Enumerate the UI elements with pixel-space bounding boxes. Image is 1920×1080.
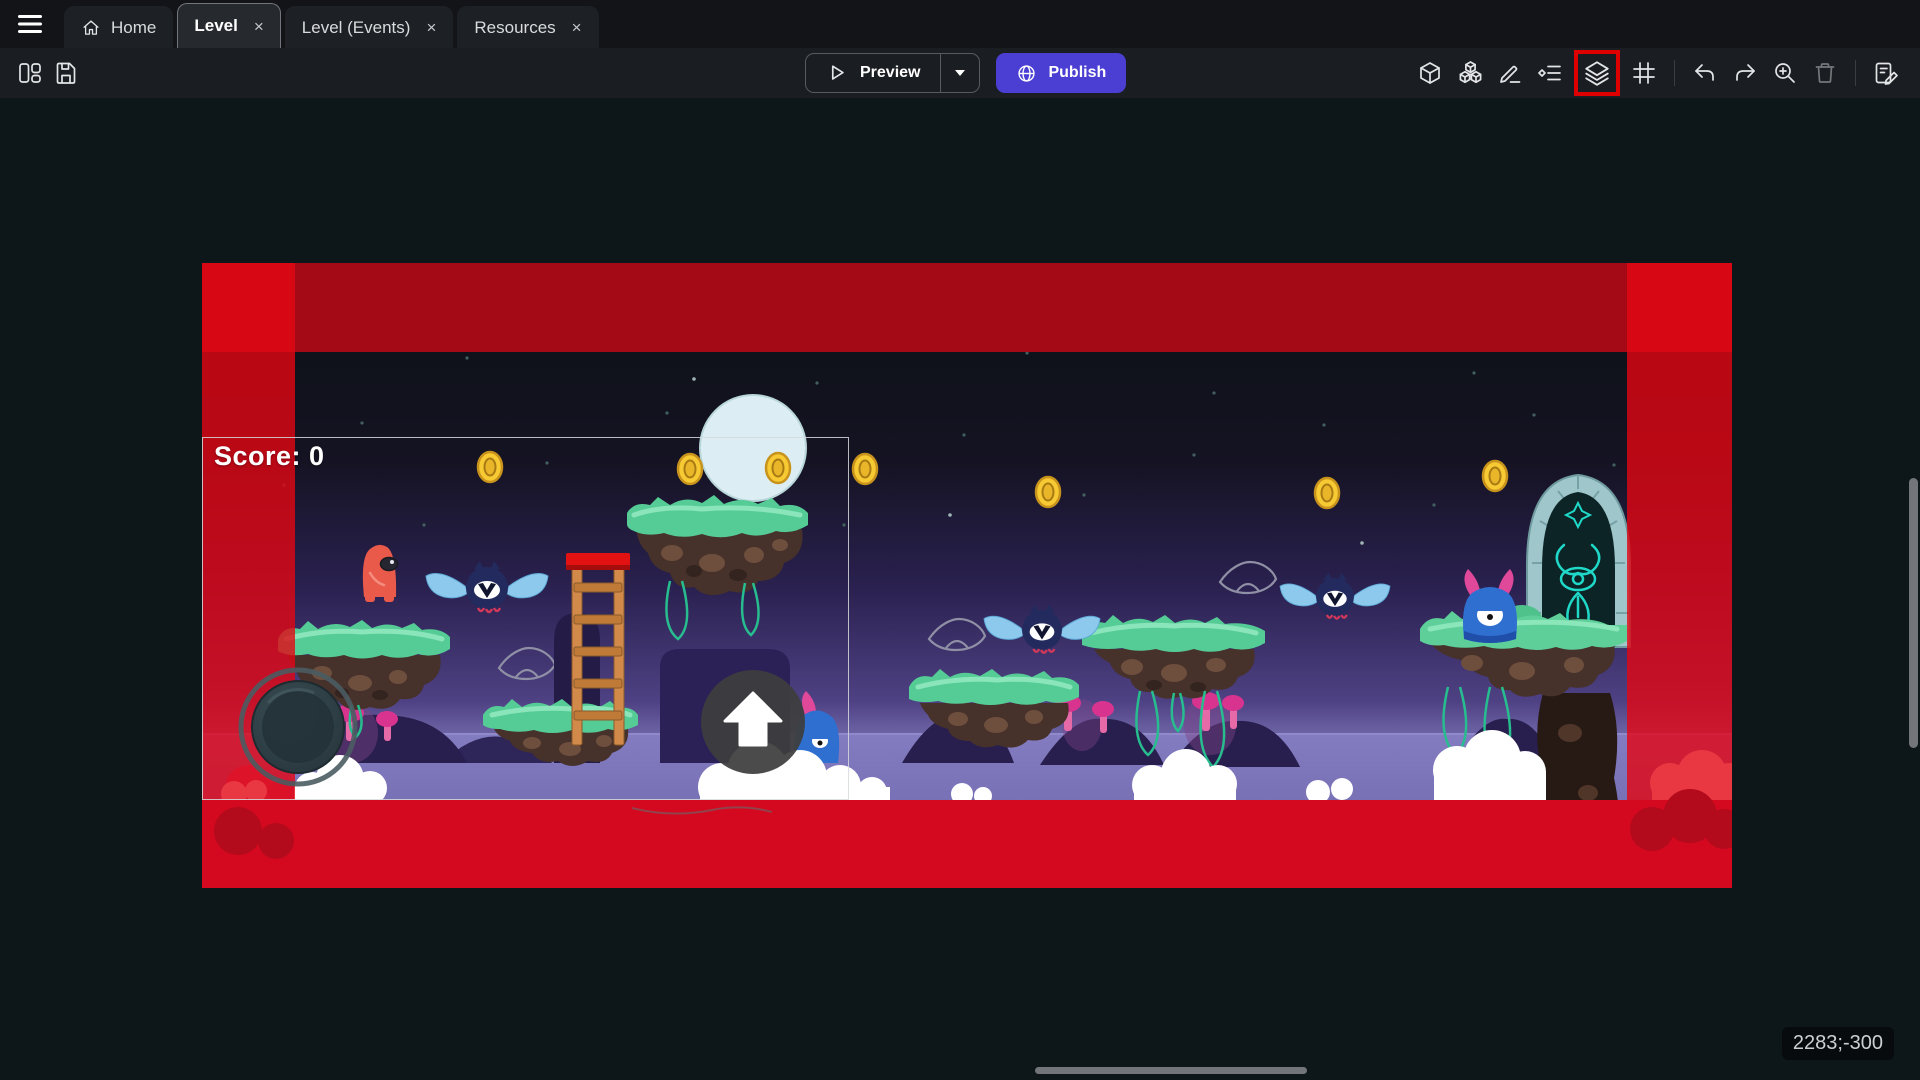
close-tab-button[interactable]: × [420,19,436,36]
grid-icon [1631,60,1657,86]
coin[interactable] [1483,461,1507,491]
undo-icon [1692,60,1718,86]
edit-button[interactable] [1492,55,1528,91]
scene-editor-stage[interactable]: Score: 0 2283;-300 [0,98,1920,1080]
zoom-in-button[interactable] [1767,55,1803,91]
editor-toolbar: Preview Publish [0,48,1920,98]
redo-button[interactable] [1727,55,1763,91]
project-manager-button[interactable] [12,55,48,91]
save-button[interactable] [48,55,84,91]
close-tab-button[interactable]: × [566,19,582,36]
objects-button[interactable] [1452,55,1488,91]
menu-button[interactable] [8,0,52,48]
redo-icon [1732,60,1758,86]
home-icon [81,18,101,38]
publish-button[interactable]: Publish [996,53,1126,93]
jump-button[interactable] [701,670,805,774]
level-canvas[interactable]: Score: 0 [202,263,1732,888]
preview-options-button[interactable] [940,54,979,92]
close-tab-button[interactable]: × [248,18,264,35]
tab-list: Home Level × Level (Events) × Resources … [64,3,603,48]
preview-label: Preview [860,64,920,82]
vertical-scrollbar[interactable] [1909,478,1918,748]
save-icon [53,60,79,86]
coin[interactable] [1315,478,1339,508]
score-text[interactable]: Score: 0 [214,441,325,472]
coin[interactable] [478,452,502,482]
scene-tools [1412,50,1908,96]
hamburger-icon [17,13,43,35]
horizontal-scrollbar[interactable] [1035,1067,1307,1074]
tab-home[interactable]: Home [64,6,173,48]
zoom-in-icon [1772,60,1798,86]
chevron-down-icon [954,69,966,77]
layers-button[interactable] [1579,55,1615,91]
3d-box-icon [1417,60,1443,86]
grid-button[interactable] [1626,55,1662,91]
tab-label: Home [111,18,156,38]
toolbar-separator [1855,60,1856,86]
instances-list-icon [1537,60,1563,86]
toolbar-separator [1674,60,1675,86]
preview-button[interactable]: Preview [806,54,940,92]
tab-label: Level [194,16,237,36]
tab-resources[interactable]: Resources × [457,6,598,48]
project-manager-icon [17,60,43,86]
tab-level-events[interactable]: Level (Events) × [285,6,454,48]
objects-icon [1457,60,1484,87]
cursor-coordinates: 2283;-300 [1782,1027,1894,1060]
red-zone-left[interactable] [202,263,295,888]
tab-label: Resources [474,18,555,38]
level-scene [202,263,1732,888]
run-controls: Preview Publish [805,53,1126,93]
red-zone-top[interactable] [202,263,1732,352]
highlight-box [1574,50,1620,96]
preview-split-button: Preview [805,53,980,93]
scene-properties-icon [1873,60,1900,87]
tab-level[interactable]: Level × [177,3,280,48]
globe-icon [1016,63,1037,84]
undo-button[interactable] [1687,55,1723,91]
edit-icon [1497,60,1523,86]
delete-icon [1812,60,1838,86]
coin[interactable] [1036,477,1060,507]
coin[interactable] [678,454,702,484]
moon[interactable] [700,395,806,501]
coin[interactable] [766,453,790,483]
layers-icon [1583,59,1611,87]
coin[interactable] [853,454,877,484]
scene-properties-button[interactable] [1868,55,1904,91]
tab-label: Level (Events) [302,18,411,38]
publish-label: Publish [1048,64,1106,82]
3d-box-button[interactable] [1412,55,1448,91]
play-icon [826,62,848,84]
delete-button[interactable] [1807,55,1843,91]
tab-bar: Home Level × Level (Events) × Resources … [0,0,1920,48]
virtual-joystick[interactable] [241,670,355,784]
instances-list-button[interactable] [1532,55,1568,91]
red-zone-bottom[interactable] [202,800,1732,888]
